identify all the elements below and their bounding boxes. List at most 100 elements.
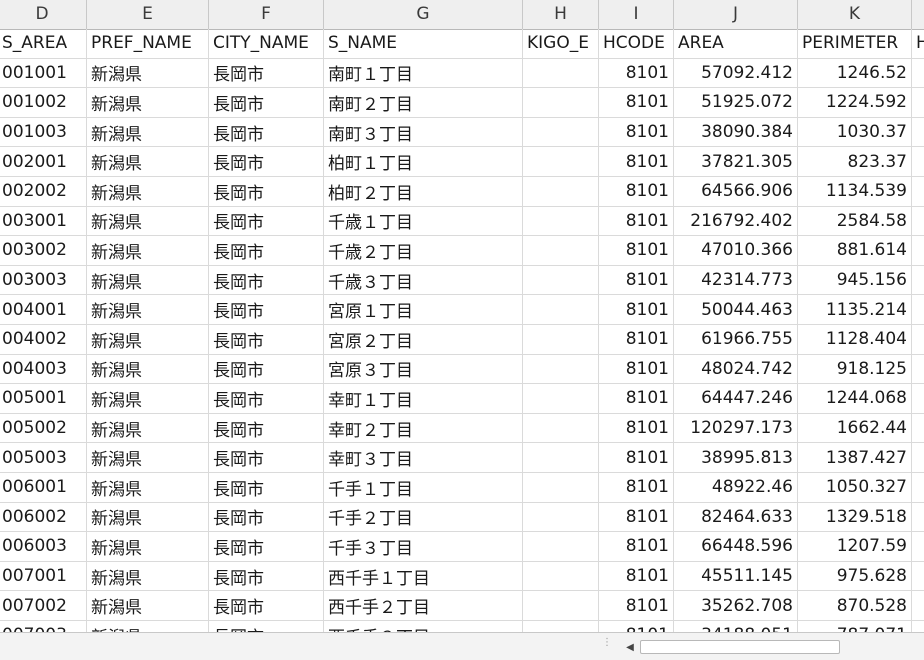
cell-i[interactable]: 8101 [599, 621, 674, 632]
cell-g[interactable]: 千手２丁目 [324, 502, 523, 533]
cell-f[interactable]: 長岡市 [209, 88, 324, 118]
cell-k[interactable]: 823.37 [798, 147, 912, 177]
cell-l[interactable] [912, 207, 924, 237]
cell-f[interactable]: 長岡市 [209, 532, 324, 562]
cell-l[interactable] [912, 532, 924, 562]
cell-e[interactable]: 新潟県 [87, 177, 209, 207]
cell-k[interactable]: 1224.592 [798, 88, 912, 118]
cell-j[interactable]: 34188.051 [674, 621, 798, 632]
cell-j[interactable]: 35262.708 [674, 591, 798, 621]
cell-g[interactable]: 千手３丁目 [324, 532, 523, 562]
cell-d[interactable]: 007001 [0, 561, 87, 592]
column-header-d[interactable]: D [0, 0, 87, 29]
cell-l[interactable] [912, 473, 924, 503]
cell-k[interactable]: 1030.37 [798, 117, 912, 148]
cell-g[interactable]: 幸町２丁目 [324, 413, 523, 444]
cell-i[interactable]: 8101 [599, 473, 674, 503]
cell-l[interactable] [912, 384, 924, 414]
cell-k[interactable]: 2584.58 [798, 206, 912, 237]
cell-g[interactable]: 幸町１丁目 [324, 384, 523, 414]
cell-d[interactable]: 006001 [0, 473, 87, 503]
cell-j[interactable]: 64447.246 [674, 384, 798, 414]
cell-f[interactable]: 長岡市 [209, 117, 324, 148]
cell-j[interactable]: 48922.46 [674, 473, 798, 503]
cell-g[interactable]: 柏町１丁目 [324, 147, 523, 177]
cell-d[interactable]: 003003 [0, 265, 87, 296]
cell-l[interactable] [912, 295, 924, 325]
cell-d[interactable]: 001002 [0, 88, 87, 118]
cell-d[interactable]: 006003 [0, 532, 87, 562]
cell-j[interactable]: 42314.773 [674, 265, 798, 296]
cell-j[interactable]: 82464.633 [674, 502, 798, 533]
cell-g[interactable]: 幸町３丁目 [324, 443, 523, 473]
cell-j[interactable]: 47010.366 [674, 236, 798, 266]
cell-k[interactable]: 1207.59 [798, 532, 912, 562]
cell-h[interactable] [523, 413, 599, 444]
cell-g[interactable]: 千歳２丁目 [324, 236, 523, 266]
cell-j[interactable]: 45511.145 [674, 561, 798, 592]
cell-h[interactable] [523, 384, 599, 414]
cell-j[interactable]: 51925.072 [674, 88, 798, 118]
cell-j[interactable]: 64566.906 [674, 177, 798, 207]
cell-k[interactable]: 1244.068 [798, 384, 912, 414]
cell-f[interactable]: 長岡市 [209, 206, 324, 237]
cell-k[interactable]: 787.071 [798, 621, 912, 632]
cell-h[interactable]: KIGO_E [523, 29, 599, 59]
cell-e[interactable]: 新潟県 [87, 58, 209, 89]
cell-i[interactable]: 8101 [599, 354, 674, 385]
cell-f[interactable]: 長岡市 [209, 354, 324, 385]
cell-e[interactable]: 新潟県 [87, 206, 209, 237]
cell-d[interactable]: 004003 [0, 354, 87, 385]
cell-e[interactable]: 新潟県 [87, 502, 209, 533]
cell-e[interactable]: 新潟県 [87, 88, 209, 118]
cell-h[interactable] [523, 177, 599, 207]
column-header-l[interactable]: L [912, 0, 924, 29]
cell-l[interactable] [912, 562, 924, 592]
cell-d[interactable]: 001003 [0, 117, 87, 148]
cell-k[interactable]: 1246.52 [798, 58, 912, 89]
cell-i[interactable]: 8101 [599, 117, 674, 148]
cell-g[interactable]: 西千手１丁目 [324, 561, 523, 592]
cell-h[interactable] [523, 58, 599, 89]
cell-d[interactable]: 003001 [0, 206, 87, 237]
cell-h[interactable] [523, 117, 599, 148]
cell-h[interactable] [523, 591, 599, 621]
cell-g[interactable]: 宮原２丁目 [324, 325, 523, 355]
cell-j[interactable]: 66448.596 [674, 532, 798, 562]
cell-f[interactable]: 長岡市 [209, 325, 324, 355]
cell-j[interactable]: AREA [674, 29, 798, 59]
cell-i[interactable]: 8101 [599, 561, 674, 592]
cell-k[interactable]: 1387.427 [798, 443, 912, 473]
cell-h[interactable] [523, 354, 599, 385]
cell-i[interactable]: 8101 [599, 325, 674, 355]
cell-f[interactable]: 長岡市 [209, 58, 324, 89]
cell-g[interactable]: 南町２丁目 [324, 88, 523, 118]
cell-e[interactable]: 新潟県 [87, 621, 209, 632]
cell-i[interactable]: 8101 [599, 591, 674, 621]
cell-l[interactable] [912, 503, 924, 533]
cell-e[interactable]: 新潟県 [87, 295, 209, 325]
cell-l[interactable] [912, 59, 924, 89]
cell-h[interactable] [523, 295, 599, 325]
cell-i[interactable]: 8101 [599, 88, 674, 118]
cell-g[interactable]: 千歳３丁目 [324, 265, 523, 296]
cell-d[interactable]: 005002 [0, 413, 87, 444]
cell-k[interactable]: PERIMETER [798, 29, 912, 59]
cell-e[interactable]: 新潟県 [87, 147, 209, 177]
cell-j[interactable]: 48024.742 [674, 354, 798, 385]
cell-l[interactable] [912, 443, 924, 473]
column-header-g[interactable]: G [324, 0, 523, 29]
cell-d[interactable]: 004001 [0, 295, 87, 325]
cell-k[interactable]: 1662.44 [798, 413, 912, 444]
cell-f[interactable]: 長岡市 [209, 591, 324, 621]
cell-j[interactable]: 38090.384 [674, 117, 798, 148]
cell-f[interactable]: 長岡市 [209, 147, 324, 177]
cell-j[interactable]: 61966.755 [674, 325, 798, 355]
cell-k[interactable]: 870.528 [798, 591, 912, 621]
cell-h[interactable] [523, 236, 599, 266]
cell-f[interactable]: CITY_NAME [209, 29, 324, 59]
cell-d[interactable]: 007003 [0, 621, 87, 632]
cell-i[interactable]: 8101 [599, 295, 674, 325]
cell-i[interactable]: 8101 [599, 502, 674, 533]
cell-l[interactable]: H [912, 29, 924, 59]
